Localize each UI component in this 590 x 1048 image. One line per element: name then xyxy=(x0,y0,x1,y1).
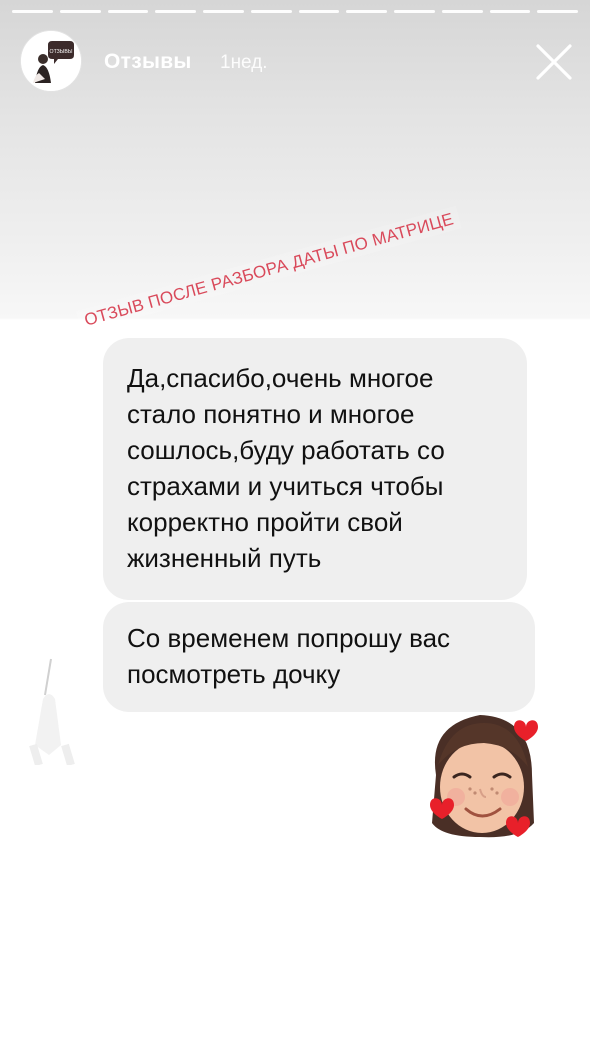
close-icon xyxy=(536,44,572,80)
message-bubble: Со временем попрошу вас посмотреть дочку xyxy=(103,602,535,712)
author-avatar[interactable]: ОТЗЫВЫ xyxy=(20,30,82,92)
message-line: сошлось,буду работать со xyxy=(127,435,445,465)
progress-segment xyxy=(394,10,435,13)
avatar-badge-text: ОТЗЫВЫ xyxy=(50,49,73,55)
progress-segment xyxy=(203,10,244,13)
close-button[interactable] xyxy=(532,40,576,84)
author-name[interactable]: Отзывы xyxy=(104,50,192,74)
progress-segment xyxy=(346,10,387,13)
progress-segment xyxy=(59,10,101,13)
progress-segment xyxy=(489,10,531,13)
progress-segment xyxy=(537,10,578,13)
post-time: 1нед. xyxy=(220,52,268,73)
message-line: страхами и учиться чтобы xyxy=(127,471,444,501)
memoji-sticker xyxy=(430,715,538,838)
progress-segment xyxy=(298,10,340,13)
caption-sticker-text: ОТЗЫВ ПОСЛЕ РАЗБОРА ДАТЫ ПО МАТРИЦЕ xyxy=(75,205,462,334)
progress-segment xyxy=(107,10,149,13)
faded-figure-icon xyxy=(29,658,75,765)
progress-segment xyxy=(155,10,196,13)
caption-sticker: ОТЗЫВ ПОСЛЕ РАЗБОРА ДАТЫ ПО МАТРИЦЕ xyxy=(40,198,498,343)
message-line: стало понятно и многое xyxy=(127,399,415,429)
story-view[interactable]: ОТЗЫВЫ Отзывы 1нед. ОТЗЫВ ПОСЛЕ РАЗБОРА … xyxy=(0,0,590,1048)
message-line: корректно пройти свой xyxy=(127,507,403,537)
message-bubble: Да,спасибо,очень многое стало понятно и … xyxy=(103,338,527,600)
message-text: Со временем попрошу вас посмотреть дочку xyxy=(127,620,515,692)
story-progress-bar xyxy=(12,10,578,14)
message-line: Со временем попрошу вас xyxy=(127,623,451,653)
avatar-logo-image: ОТЗЫВЫ xyxy=(21,31,81,91)
progress-segment xyxy=(250,10,292,13)
progress-segment xyxy=(12,10,53,13)
message-line: посмотреть дочку xyxy=(127,659,341,689)
story-header: ОТЗЫВЫ Отзывы 1нед. xyxy=(20,30,576,92)
message-line: Да,спасибо,очень многое xyxy=(127,363,434,393)
message-line: жизненный путь xyxy=(127,543,322,573)
message-text: Да,спасибо,очень многое стало понятно и … xyxy=(127,360,507,576)
progress-segment xyxy=(441,10,483,13)
